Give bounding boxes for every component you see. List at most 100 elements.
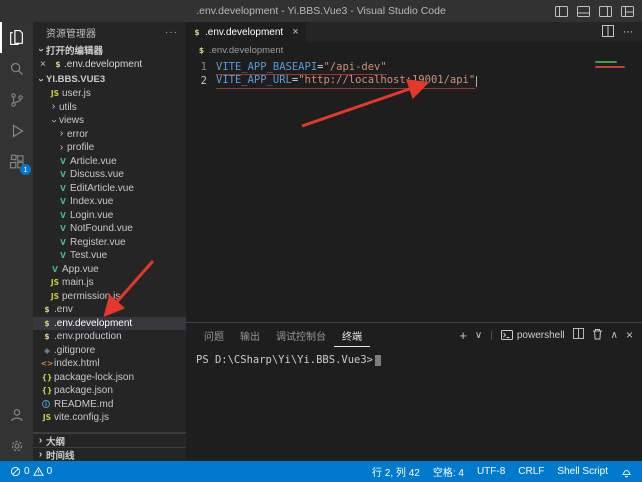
terminal-dropdown-icon[interactable]: ∨	[475, 330, 482, 341]
tree-item-permission-js[interactable]: JSpermission.js	[33, 290, 186, 304]
notifications-bell-icon[interactable]	[621, 466, 632, 478]
editor-tab-bar: $ .env.development × ⋯	[186, 22, 642, 42]
tree-item-label: permission.js	[62, 291, 120, 302]
account-icon[interactable]	[0, 399, 33, 430]
sidebar-more-actions-icon[interactable]: ···	[165, 27, 178, 38]
open-editor-item[interactable]: × $ .env.development	[33, 57, 186, 72]
tree-item-utils[interactable]: ›utils	[33, 101, 186, 115]
panel-tab-terminal[interactable]: 终端	[334, 323, 370, 347]
settings-gear-icon[interactable]	[0, 430, 33, 461]
tree-item-Register-vue[interactable]: VRegister.vue	[33, 236, 186, 250]
search-icon[interactable]	[0, 53, 33, 84]
info-file-icon: i	[42, 400, 50, 408]
tree-item--gitignore[interactable]: ◆.gitignore	[33, 344, 186, 358]
split-editor-icon[interactable]	[602, 25, 614, 40]
json-file-icon: {}	[41, 386, 53, 395]
tree-item-label: .gitignore	[54, 345, 95, 356]
tree-item-index-html[interactable]: <>index.html	[33, 357, 186, 371]
language-mode-status[interactable]: Shell Script	[557, 466, 608, 477]
cursor-position-status[interactable]: 行 2, 列 42	[372, 464, 420, 479]
bottom-panel: 问题输出调试控制台终端 + ∨ | powershell ∧	[186, 322, 642, 461]
env-file-icon: $	[197, 46, 206, 55]
tree-item-App-vue[interactable]: VApp.vue	[33, 263, 186, 277]
toggle-sidebar-icon[interactable]	[555, 6, 568, 17]
customize-layout-icon[interactable]	[621, 6, 634, 17]
terminal-profile-item[interactable]: powershell	[501, 330, 565, 341]
line-number: 2	[186, 75, 216, 89]
more-actions-icon[interactable]: ⋯	[623, 27, 633, 38]
code-lines[interactable]: 1VITE_APP_BASEAPI="/api-dev"2VITE_APP_UR…	[186, 58, 642, 322]
warning-count: 0	[47, 466, 53, 477]
explorer-sidebar: 资源管理器 ··· › 打开的编辑器 × $ .env.development …	[33, 22, 186, 461]
tree-item-label: Login.vue	[70, 210, 113, 221]
tree-item-label: user.js	[62, 88, 91, 99]
tree-item--env[interactable]: $.env	[33, 303, 186, 317]
tree-item-package-lock-json[interactable]: {}package-lock.json	[33, 371, 186, 385]
outline-section-header[interactable]: › 大纲	[33, 433, 186, 447]
panel-tab-output[interactable]: 输出	[232, 323, 268, 347]
tree-item-Test-vue[interactable]: VTest.vue	[33, 249, 186, 263]
line-number: 1	[186, 61, 216, 75]
problems-status[interactable]: 0 0	[10, 466, 52, 477]
kill-terminal-trash-icon[interactable]	[592, 328, 603, 343]
tree-item-label: vite.config.js	[54, 412, 109, 423]
tab-label: .env.development	[205, 27, 283, 38]
tree-item-Login-vue[interactable]: VLogin.vue	[33, 209, 186, 223]
tree-item-EditArticle-vue[interactable]: VEditArticle.vue	[33, 182, 186, 196]
toggle-secondary-sidebar-icon[interactable]	[599, 6, 612, 17]
tab-close-icon[interactable]: ×	[292, 26, 298, 38]
run-debug-icon[interactable]	[0, 115, 33, 146]
encoding-status[interactable]: UTF-8	[477, 466, 505, 477]
tree-item-main-js[interactable]: JSmain.js	[33, 276, 186, 290]
tree-item-NotFound-vue[interactable]: VNotFound.vue	[33, 222, 186, 236]
source-control-icon[interactable]	[0, 84, 33, 115]
tree-item-user-js[interactable]: JSuser.js	[33, 87, 186, 101]
token-key: VITE_APP_BASEAPI	[216, 61, 317, 73]
maximize-panel-icon[interactable]: ∧	[611, 330, 618, 341]
tree-item--env-production[interactable]: $.env.production	[33, 330, 186, 344]
tab-env-development[interactable]: $ .env.development ×	[186, 22, 306, 42]
eol-status[interactable]: CRLF	[518, 466, 544, 477]
vue-file-icon: V	[57, 224, 69, 233]
new-terminal-icon[interactable]: +	[459, 329, 467, 342]
extensions-icon[interactable]: 1	[0, 146, 33, 177]
tree-item-profile[interactable]: ›profile	[33, 141, 186, 155]
minimap	[595, 61, 629, 71]
tree-item--env-development[interactable]: $.env.development	[33, 317, 186, 331]
tree-item-label: Register.vue	[70, 237, 126, 248]
tree-item-label: .env	[54, 304, 73, 315]
project-root-header[interactable]: › YI.BBS.VUE3	[33, 72, 186, 87]
panel-tab-debug-console[interactable]: 调试控制台	[268, 323, 334, 347]
editor-group: $ .env.development × ⋯ $ .env.developmen…	[186, 22, 642, 461]
chevron-right-icon: ›	[36, 436, 45, 446]
code-line-1[interactable]: 1VITE_APP_BASEAPI="/api-dev"	[186, 61, 642, 75]
tree-item-views[interactable]: ›views	[33, 114, 186, 128]
separator: |	[490, 330, 493, 341]
tree-item-label: utils	[59, 102, 77, 113]
panel-tabs: 问题输出调试控制台终端 + ∨ | powershell ∧	[186, 323, 642, 347]
toggle-panel-icon[interactable]	[577, 6, 590, 17]
split-terminal-icon[interactable]	[573, 328, 584, 342]
open-editors-header[interactable]: › 打开的编辑器	[33, 42, 186, 57]
tree-item-README-md[interactable]: iREADME.md	[33, 398, 186, 412]
tree-item-Discuss-vue[interactable]: VDiscuss.vue	[33, 168, 186, 182]
tree-item-Index-vue[interactable]: VIndex.vue	[33, 195, 186, 209]
close-icon[interactable]: ×	[40, 59, 52, 70]
activity-bar: 1	[0, 22, 33, 461]
close-panel-icon[interactable]: ×	[626, 328, 633, 342]
code-line-2[interactable]: 2VITE_APP_URL="http://localhost:19001/ap…	[186, 75, 642, 89]
explorer-icon[interactable]	[0, 22, 33, 53]
terminal-content[interactable]: PS D:\CSharp\Yi\Yi.BBS.Vue3>	[186, 347, 642, 366]
breadcrumb[interactable]: $ .env.development	[186, 42, 642, 58]
timeline-section-header[interactable]: › 时间线	[33, 447, 186, 461]
tree-item-label: Article.vue	[70, 156, 117, 167]
js-file-icon: JS	[41, 413, 53, 422]
tree-item-package-json[interactable]: {}package.json	[33, 384, 186, 398]
indentation-status[interactable]: 空格: 4	[433, 464, 464, 479]
tree-item-Article-vue[interactable]: VArticle.vue	[33, 155, 186, 169]
tree-item-label: main.js	[62, 277, 94, 288]
tree-item-error[interactable]: ›error	[33, 128, 186, 142]
panel-tab-problems[interactable]: 问题	[196, 323, 232, 347]
tree-item-vite-config-js[interactable]: JSvite.config.js	[33, 411, 186, 425]
chevron-right-icon: ›	[57, 129, 66, 139]
